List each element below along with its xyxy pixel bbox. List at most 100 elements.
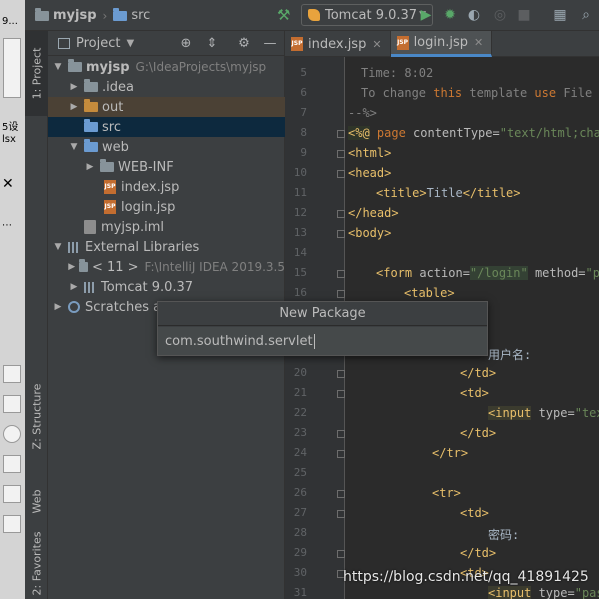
- code-line: </td>: [460, 366, 497, 380]
- fold-marker-icon[interactable]: [337, 210, 345, 218]
- tab-index-jsp[interactable]: JSP index.jsp ✕: [285, 31, 391, 57]
- run-icon[interactable]: ▶: [417, 6, 435, 24]
- fold-marker-icon[interactable]: [337, 430, 345, 438]
- tab-login-jsp[interactable]: JSP login.jsp ✕: [390, 31, 493, 57]
- expanded-arrow-icon[interactable]: ▼: [52, 242, 64, 252]
- tab-label: index.jsp: [308, 36, 367, 52]
- locate-icon[interactable]: ⊕: [178, 35, 194, 51]
- library-icon: [84, 281, 96, 293]
- collapsed-arrow-icon[interactable]: ▶: [68, 82, 80, 92]
- tree-item-tomcat[interactable]: ▶ Tomcat 9.0.37: [48, 277, 285, 297]
- package-name-value: com.southwind.servlet: [165, 333, 313, 349]
- tree-item-web[interactable]: ▼ web: [48, 137, 285, 157]
- tab-favorites-label: 2: Favorites: [30, 531, 44, 596]
- tree-item-external-libraries[interactable]: ▼ External Libraries: [48, 237, 285, 257]
- tree-item-label: WEB-INF: [118, 159, 174, 175]
- collapsed-arrow-icon[interactable]: ▶: [68, 282, 80, 292]
- line-number: 31: [293, 586, 307, 599]
- run-configuration-select[interactable]: Tomcat 9.0.37 ▼: [301, 4, 433, 26]
- line-number: 21: [293, 386, 307, 399]
- tree-item-out[interactable]: ▶ out: [48, 97, 285, 117]
- expanded-arrow-icon[interactable]: ▼: [68, 142, 80, 152]
- tab-web[interactable]: Web: [25, 471, 48, 531]
- line-number: 22: [293, 406, 307, 419]
- desktop-text-fragment: 9...: [2, 16, 18, 27]
- tree-item-jdk[interactable]: ▶ < 11 > F:\IntelliJ IDEA 2019.3.5: [48, 257, 285, 277]
- tree-item-src[interactable]: src: [48, 117, 285, 137]
- breadcrumb-project[interactable]: myjsp: [53, 8, 97, 23]
- tab-project[interactable]: 1: Project: [25, 31, 48, 116]
- line-number: 14: [293, 246, 307, 259]
- collapsed-arrow-icon[interactable]: ▶: [68, 262, 75, 272]
- chevron-down-icon[interactable]: ▼: [126, 38, 134, 49]
- tree-item-myjsp-iml[interactable]: myjsp.iml: [48, 217, 285, 237]
- project-panel-header: Project ▼ ⊕ ⇕ ⚙ —: [48, 31, 284, 56]
- jsp-file-icon: JSP: [396, 35, 409, 50]
- expanded-arrow-icon[interactable]: ▼: [52, 62, 64, 72]
- jsp-file-icon: JSP: [104, 200, 116, 214]
- debug-icon[interactable]: ✹: [441, 6, 459, 24]
- tab-structure[interactable]: Z: Structure: [25, 361, 48, 471]
- desktop-background-strip: 9... 5设 lsx ✕ ⋯: [0, 0, 25, 599]
- jdk-folder-icon: [79, 259, 88, 272]
- tree-item-label: index.jsp: [121, 179, 180, 195]
- breadcrumb-folder[interactable]: src: [131, 8, 150, 23]
- fold-marker-icon[interactable]: [337, 150, 345, 158]
- tree-item-myjsp[interactable]: ▼ myjsp G:\IdeaProjects\myjsp: [48, 57, 285, 77]
- tab-favorites[interactable]: 2: Favorites: [25, 526, 48, 599]
- project-panel-title[interactable]: Project: [76, 36, 120, 51]
- tree-item-label: login.jsp: [121, 199, 176, 215]
- fold-marker-icon[interactable]: [337, 130, 345, 138]
- code-token: </title>: [462, 186, 521, 200]
- code-line: </td>: [460, 546, 497, 560]
- package-name-input[interactable]: com.southwind.servlet: [158, 327, 487, 355]
- tab-project-label: 1: Project: [30, 47, 43, 100]
- code-token: type=: [531, 406, 575, 420]
- code-token: <input: [488, 586, 532, 599]
- line-number: 8: [300, 126, 307, 139]
- coverage-icon[interactable]: ◐: [465, 6, 483, 24]
- collapsed-arrow-icon[interactable]: ▶: [68, 102, 80, 112]
- code-line: <body>: [348, 226, 392, 240]
- code-line: <td>: [460, 506, 489, 520]
- search-everywhere-icon[interactable]: ⌕: [577, 6, 595, 24]
- fold-marker-icon[interactable]: [337, 490, 345, 498]
- close-tab-icon[interactable]: ✕: [372, 38, 381, 51]
- line-number: 7: [300, 106, 307, 119]
- line-number: 30: [293, 566, 307, 579]
- desktop-icon: [3, 455, 21, 473]
- close-tab-icon[interactable]: ✕: [474, 36, 483, 49]
- fold-marker-icon[interactable]: [337, 230, 345, 238]
- profile-icon[interactable]: ◎: [491, 6, 509, 24]
- desktop-text-fragment: lsx: [2, 134, 16, 145]
- line-number: 28: [293, 526, 307, 539]
- build-hammer-icon[interactable]: ⚒: [277, 6, 295, 24]
- fold-marker-icon[interactable]: [337, 450, 345, 458]
- fold-marker-icon[interactable]: [337, 270, 345, 278]
- tab-label: login.jsp: [413, 35, 468, 50]
- stop-icon[interactable]: ■: [515, 6, 533, 24]
- fold-marker-icon[interactable]: [337, 510, 345, 518]
- collapse-all-icon[interactable]: ⇕: [204, 35, 220, 51]
- fold-marker-icon[interactable]: [337, 390, 345, 398]
- tree-item-label: out: [102, 99, 124, 115]
- desktop-icon: [3, 365, 21, 383]
- tree-item-idea[interactable]: ▶ .idea: [48, 77, 285, 97]
- fold-marker-icon[interactable]: [337, 170, 345, 178]
- close-icon[interactable]: ✕: [2, 176, 14, 192]
- tree-item-web-inf[interactable]: ▶ WEB-INF: [48, 157, 285, 177]
- watermark: https://blog.csdn.net/qq_41891425: [343, 569, 589, 585]
- tree-item-index-jsp[interactable]: JSP index.jsp: [48, 177, 285, 197]
- gear-icon[interactable]: ⚙: [236, 35, 252, 51]
- collapsed-arrow-icon[interactable]: ▶: [84, 162, 96, 172]
- code-line: </td>: [460, 426, 497, 440]
- hide-icon[interactable]: —: [262, 35, 278, 51]
- tree-item-login-jsp[interactable]: JSP login.jsp: [48, 197, 285, 217]
- code-line: <head>: [348, 166, 392, 180]
- project-structure-icon[interactable]: ▦: [551, 6, 569, 24]
- fold-marker-icon[interactable]: [337, 550, 345, 558]
- fold-marker-icon[interactable]: [337, 290, 345, 298]
- collapsed-arrow-icon[interactable]: ▶: [52, 302, 64, 312]
- folder-icon: [35, 7, 49, 21]
- fold-marker-icon[interactable]: [337, 370, 345, 378]
